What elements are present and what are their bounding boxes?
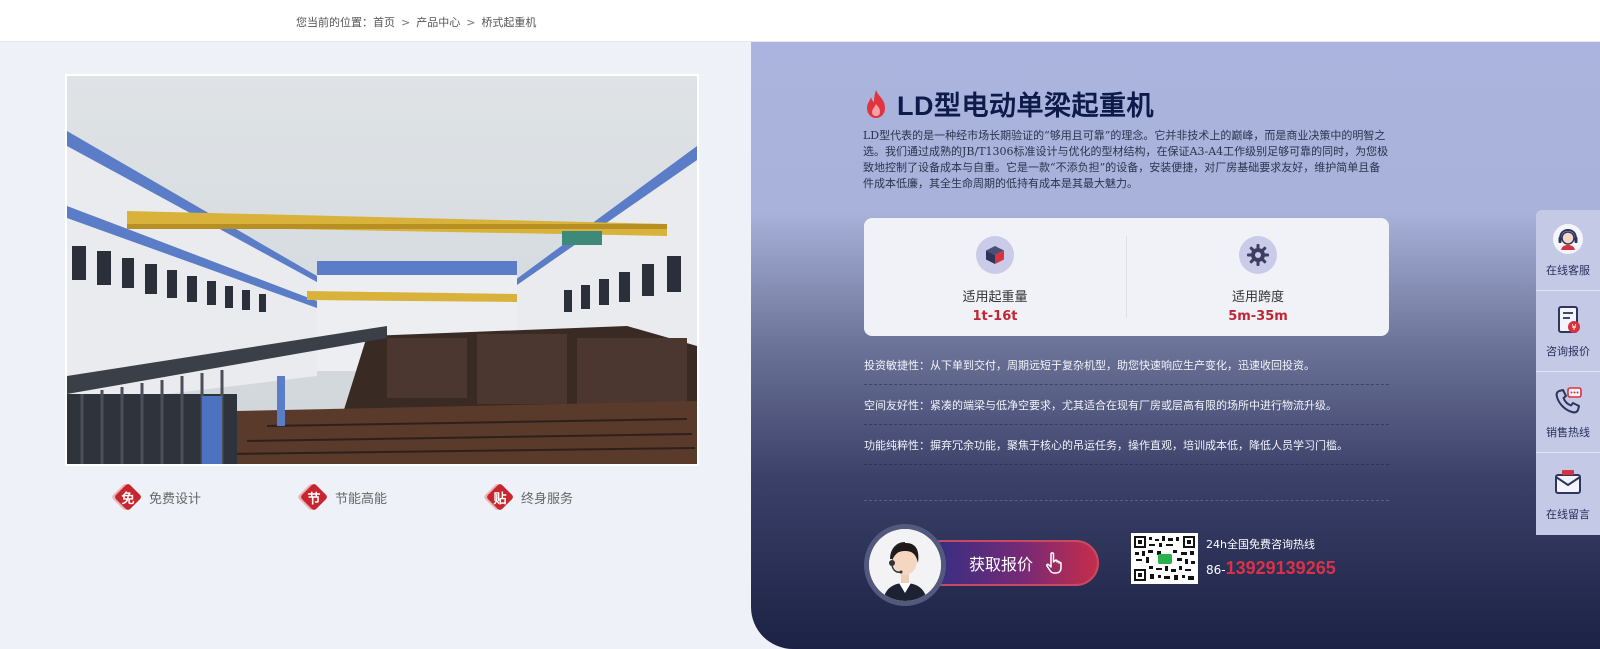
flame-icon <box>867 89 885 118</box>
hotline: 24h全国免费咨询热线 86- 13929139265 <box>1206 536 1336 579</box>
spec-value: 5m-35m <box>1228 309 1288 324</box>
spec-label: 适用跨度 <box>1231 290 1284 305</box>
breadcrumb-home-link[interactable]: 首页 <box>373 16 395 29</box>
breadcrumb-prefix: 您当前的位置： <box>296 16 373 29</box>
sidebar-item-online-service[interactable]: 在线客服 <box>1536 210 1600 291</box>
wechat-qr-code <box>1131 533 1198 584</box>
pointer-hand-icon <box>1046 552 1062 574</box>
spec-card: 适用起重量 1t-16t 适用跨度 5m-35m <box>864 218 1389 336</box>
feature-label: 终身服务 <box>521 491 574 507</box>
sidebar-label: 在线客服 <box>1546 264 1590 277</box>
spec-label: 适用起重量 <box>962 290 1028 305</box>
top-bar: 您当前的位置：首页 > 产品中心 > 桥式起重机 <box>0 0 1600 42</box>
spec-capacity: 适用起重量 1t-16t <box>864 236 1126 324</box>
phone-icon <box>1555 387 1582 414</box>
consultant-avatar <box>864 524 946 606</box>
phone-number[interactable]: 13929139265 <box>1226 558 1336 579</box>
hotline-label: 24h全国免费咨询热线 <box>1206 538 1315 551</box>
svg-text:¥: ¥ <box>1571 323 1576 332</box>
feature-free-design: 免 免费设计 <box>113 482 202 512</box>
sidebar-item-sales-hotline[interactable]: 销售热线 <box>1536 372 1600 453</box>
title-row: LD型电动单梁起重机 <box>863 84 1154 123</box>
spec-span: 适用跨度 5m-35m <box>1127 236 1389 324</box>
feature-label: 免费设计 <box>149 491 202 507</box>
breadcrumb: 您当前的位置：首页 > 产品中心 > 桥式起重机 <box>296 14 536 30</box>
feature-badge: 贴 <box>485 482 515 512</box>
get-quote-pill[interactable]: 获取报价 <box>919 540 1099 586</box>
sidebar-label: 在线留言 <box>1546 507 1590 521</box>
sidebar-label: 销售热线 <box>1546 426 1590 439</box>
gear-icon <box>1239 236 1277 274</box>
selling-point: 功能纯粹性：摒弃冗余功能，聚焦于核心的吊运任务，操作直观，培训成本低，降低人员学… <box>864 425 1389 465</box>
section-divider <box>864 500 1389 501</box>
feature-badges: 免 免费设计 节 节能高能 贴 终身服务 <box>113 482 715 512</box>
sidebar-item-message[interactable]: 在线留言 <box>1536 453 1600 534</box>
floating-sidebar: 在线客服 ¥ 咨询报价 销售热线 在线留言 <box>1536 210 1600 535</box>
quote-document-icon: ¥ <box>1558 306 1580 333</box>
spec-value: 1t-16t <box>972 309 1018 324</box>
cube-icon <box>976 236 1014 274</box>
get-quote-button[interactable]: 获取报价 <box>864 524 1104 606</box>
feature-energy-saving: 节 节能高能 <box>299 482 388 512</box>
mail-icon <box>1555 469 1581 494</box>
customer-service-icon <box>1553 224 1583 254</box>
get-quote-label: 获取报价 <box>969 555 1034 574</box>
feature-lifetime-service: 贴 终身服务 <box>485 482 574 512</box>
breadcrumb-products-link[interactable]: 产品中心 <box>416 16 460 29</box>
breadcrumb-separator: > <box>401 16 411 29</box>
feature-badge: 免 <box>113 482 143 512</box>
breadcrumb-separator: > <box>466 16 476 29</box>
selling-points: 投资敏捷性：从下单到交付，周期远短于复杂机型，助您快速响应生产变化，迅速收回投资… <box>864 345 1389 465</box>
crane-photo <box>65 74 699 466</box>
selling-point: 空间友好性：紧凑的端梁与低净空要求，尤其适合在现有厂房或层高有限的场所中进行物流… <box>864 385 1389 425</box>
product-info-panel: LD型电动单梁起重机 LD型代表的是一种经市场长期验证的“够用且可靠”的理念。它… <box>751 42 1600 649</box>
product-title: LD型电动单梁起重机 <box>897 91 1154 121</box>
product-gallery: 免 免费设计 节 节能高能 贴 终身服务 <box>0 42 760 649</box>
product-description: LD型代表的是一种经市场长期验证的“够用且可靠”的理念。它并非技术上的巅峰，而是… <box>863 129 1389 190</box>
feature-badge: 节 <box>299 482 329 512</box>
phone-prefix: 86- <box>1206 563 1226 577</box>
selling-point: 投资敏捷性：从下单到交付，周期远短于复杂机型，助您快速响应生产变化，迅速收回投资… <box>864 345 1389 385</box>
hotline-phone[interactable]: 86- 13929139265 <box>1206 558 1336 579</box>
sidebar-item-quote[interactable]: ¥ 咨询报价 <box>1536 291 1600 372</box>
sidebar-label: 咨询报价 <box>1546 345 1590 358</box>
feature-label: 节能高能 <box>335 491 388 507</box>
breadcrumb-current-link[interactable]: 桥式起重机 <box>481 16 536 29</box>
